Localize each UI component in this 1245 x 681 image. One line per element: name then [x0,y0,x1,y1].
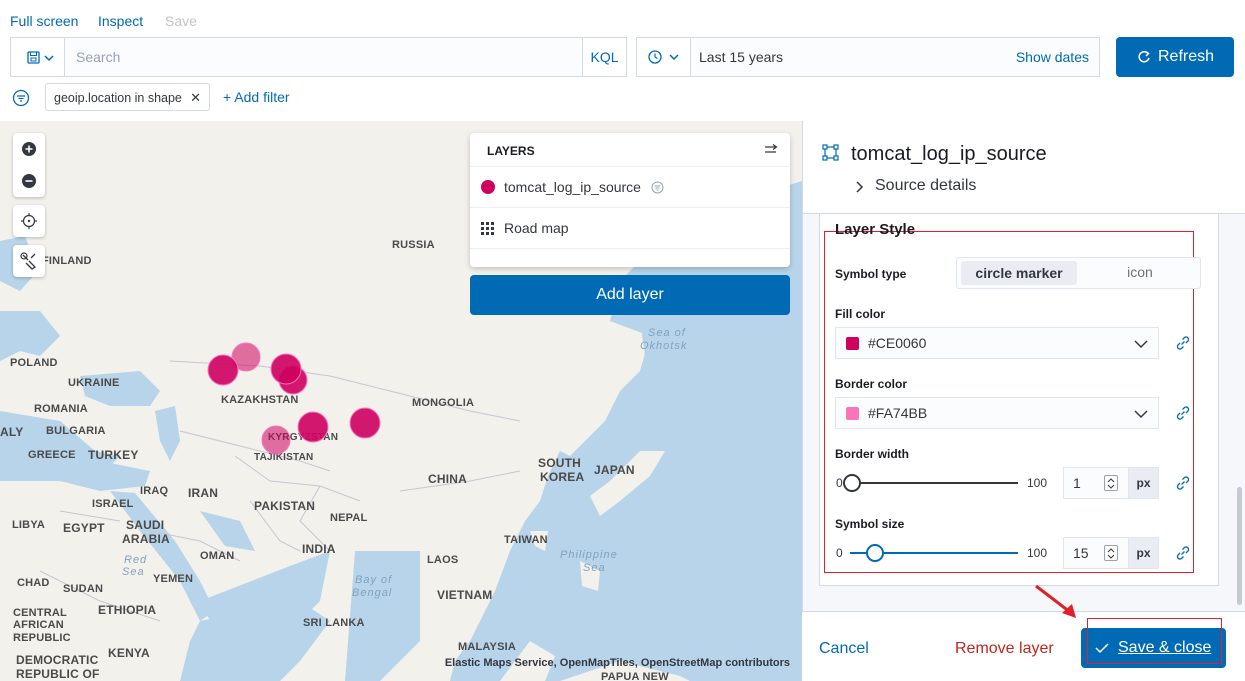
data-point-marker[interactable] [297,411,329,443]
set-view-button[interactable] [13,205,45,237]
save-link[interactable]: Save [165,13,197,29]
add-layer-button[interactable]: Add layer [470,275,790,315]
circle-marker-option[interactable]: circle marker [961,261,1077,285]
layer-name: tomcat_log_ip_source [504,179,641,195]
border-color-label: Border color [835,377,908,391]
map-attribution[interactable]: Elastic Maps Service, OpenMapTiles, Open… [445,657,790,669]
highlight-box [1087,618,1222,664]
full-screen-link[interactable]: Full screen [10,13,78,29]
vector-layer-icon [822,144,839,161]
search-input[interactable]: Search [76,49,120,65]
layer-style-heading: Layer Style [835,221,916,238]
data-point-marker[interactable] [270,353,302,385]
draw-tools-button[interactable] [13,245,45,277]
border-width-slider-thumb[interactable] [842,474,861,492]
icon-option[interactable]: icon [1085,264,1195,280]
save-disk-icon [27,51,54,64]
border-width-unit: px [1128,468,1158,498]
collapse-panel-icon[interactable] [764,143,780,157]
fill-color-picker[interactable]: #CE0060 [835,327,1159,359]
layers-title: LAYERS [487,144,535,158]
link-icon[interactable] [1174,544,1192,562]
border-width-min: 0 [836,476,843,490]
layers-list-end [470,248,790,267]
number-stepper-icon[interactable] [1104,545,1118,561]
filter-pill-label: geoip.location in shape [54,91,182,105]
layer-item-road-map[interactable]: Road map [470,207,790,248]
filter-options-icon[interactable] [11,88,31,108]
layer-item-tomcat[interactable]: tomcat_log_ip_source [470,166,790,207]
zoom-in-icon[interactable] [22,142,36,156]
fill-color-label: Fill color [835,307,886,321]
kql-toggle-button[interactable]: KQL [582,38,626,76]
clock-icon [648,50,679,64]
layers-control: LAYERS tomcat_log_ip_source Road map [470,133,790,267]
fill-color-swatch [846,337,859,350]
link-icon[interactable] [1174,404,1192,422]
zoom-controls [13,133,45,197]
zoom-buttons [22,142,36,188]
chevron-down-icon [1134,340,1148,349]
chevron-down-icon [1134,410,1148,419]
grid-icon [481,222,494,235]
filter-applied-icon [651,181,664,194]
quick-menu-button[interactable] [637,38,691,76]
refresh-icon [1138,50,1150,63]
add-filter-link[interactable]: + Add filter [223,89,290,105]
border-width-value: 1 [1073,475,1081,491]
source-details-toggle[interactable]: Source details [875,177,976,195]
symbol-type-label: Symbol type [835,267,907,281]
date-picker: Last 15 years Show dates [636,37,1100,77]
data-point-marker[interactable] [207,354,239,386]
refresh-label: Refresh [1158,48,1215,65]
symbol-size-input[interactable]: 15 px [1063,537,1159,569]
fill-color-value: #CE0060 [868,335,927,351]
crosshair-icon [21,213,37,229]
symbol-type-toggle: circle marker icon [956,257,1201,289]
border-width-label: Border width [835,447,909,461]
symbol-size-unit: px [1128,538,1158,568]
zoom-out-icon[interactable] [22,174,36,188]
border-color-picker[interactable]: #FA74BB [835,397,1159,429]
remove-filter-icon[interactable]: ✕ [190,90,201,106]
inspect-link[interactable]: Inspect [98,13,143,29]
data-point-marker[interactable] [261,425,291,455]
remove-layer-button[interactable]: Remove layer [955,640,1054,658]
show-dates-link[interactable]: Show dates [1016,49,1089,65]
saved-query-menu-button[interactable] [11,38,65,76]
panel-title: tomcat_log_ip_source [851,143,1047,165]
circle-marker-icon [481,180,495,194]
query-bar: Search KQL [10,37,627,77]
cancel-button[interactable]: Cancel [819,640,869,658]
border-color-value: #FA74BB [868,405,928,421]
refresh-button[interactable]: Refresh [1116,37,1234,77]
filter-pill[interactable]: geoip.location in shape ✕ [45,83,210,111]
filter-bar: geoip.location in shape ✕ + Add filter [0,82,800,112]
border-width-input[interactable]: 1 px [1063,467,1159,499]
wrench-tools-icon [20,252,37,270]
link-icon[interactable] [1174,334,1192,352]
chevron-right-icon[interactable] [855,180,865,194]
annotation-arrow-icon [1035,584,1076,618]
border-width-max: 100 [1027,476,1048,490]
link-icon[interactable] [1174,474,1192,492]
symbol-size-label: Symbol size [835,517,905,531]
symbol-size-min: 0 [836,546,843,560]
data-point-marker[interactable] [349,407,381,439]
border-width-track[interactable] [850,482,1018,484]
top-nav: Full screen Inspect Save [0,0,1245,36]
border-color-swatch [846,407,859,420]
number-stepper-icon[interactable] [1104,475,1118,491]
layer-name: Road map [504,220,569,236]
symbol-size-max: 100 [1027,546,1048,560]
date-range-text[interactable]: Last 15 years [699,49,783,65]
panel-scrollbar[interactable] [1237,487,1242,605]
symbol-size-value: 15 [1073,545,1089,561]
